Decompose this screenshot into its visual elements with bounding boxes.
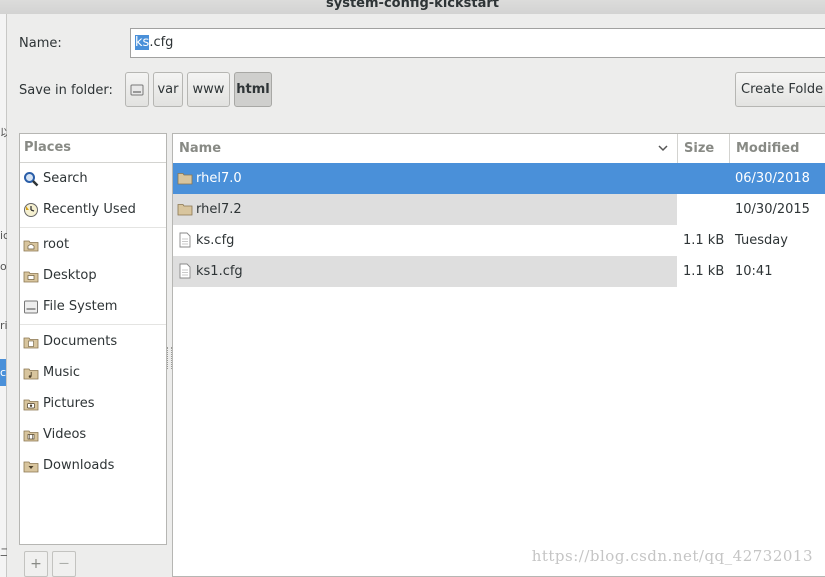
column-header-label: Name <box>179 141 222 156</box>
place-item-videos[interactable]: Videos <box>20 423 166 447</box>
place-item-root[interactable]: root <box>20 233 166 257</box>
file-modified: 10:41 <box>735 264 773 279</box>
file-modified: 06/30/2018 <box>735 171 810 186</box>
desktop-folder-icon <box>23 271 39 283</box>
file-modified: Tuesday <box>735 233 788 248</box>
remove-bookmark-button[interactable]: — <box>52 551 76 577</box>
name-label: Name: <box>19 36 62 51</box>
row-shading <box>173 256 677 287</box>
background-selected-row: c <box>0 359 6 386</box>
place-label: File System <box>43 299 118 314</box>
save-in-folder-label: Save in folder: <box>19 83 113 98</box>
path-button-var[interactable]: var <box>153 72 183 107</box>
clock-icon <box>24 203 38 217</box>
search-icon <box>24 172 39 187</box>
place-item-documents[interactable]: Documents <box>20 330 166 354</box>
file-row[interactable]: ks.cfg 1.1 kB Tuesday <box>173 225 825 256</box>
music-folder-icon <box>23 368 39 380</box>
background-text: o <box>0 260 7 273</box>
place-item-pictures[interactable]: Pictures <box>20 392 166 416</box>
column-header-modified[interactable]: Modified <box>729 134 825 163</box>
downloads-folder-icon <box>23 461 39 473</box>
pictures-folder-icon <box>23 399 39 411</box>
home-folder-icon <box>23 240 39 252</box>
path-button-html[interactable]: html <box>234 72 272 107</box>
window-title: system-config-kickstart <box>326 0 499 11</box>
documents-folder-icon <box>23 337 39 349</box>
text-file-icon <box>179 232 191 248</box>
save-dialog: Name: ks.cfg Save in folder: var www htm… <box>7 14 825 577</box>
file-size: 1.1 kB <box>683 233 725 248</box>
sort-descending-icon <box>658 145 668 152</box>
watermark-text: https://blog.csdn.net/qq_42732013 <box>531 547 813 565</box>
background-text: c <box>0 366 7 379</box>
place-item-music[interactable]: Music <box>20 361 166 385</box>
place-item-desktop[interactable]: Desktop <box>20 264 166 288</box>
name-input[interactable]: ks.cfg <box>130 28 825 58</box>
place-label: Music <box>43 365 80 380</box>
places-toolbar: + — <box>19 549 167 577</box>
create-folder-button[interactable]: Create Folde <box>735 72 825 107</box>
file-row[interactable]: rhel7.0 06/30/2018 <box>173 163 825 194</box>
folder-icon <box>177 173 193 185</box>
file-name: rhel7.2 <box>196 202 242 217</box>
path-button-www[interactable]: www <box>187 72 230 107</box>
path-root-button[interactable] <box>125 72 149 107</box>
background-window-edge: 以 ic o ri c 二 <box>0 14 11 577</box>
file-name: rhel7.0 <box>196 171 242 186</box>
places-divider <box>20 227 166 228</box>
column-header-name[interactable]: Name <box>173 134 677 163</box>
places-sidebar: Places Search Recently Used root Desktop… <box>19 133 167 545</box>
name-input-text: .cfg <box>149 35 174 50</box>
place-label: Search <box>43 171 88 186</box>
place-label: Documents <box>43 334 118 349</box>
row-shading <box>173 194 677 225</box>
file-modified: 10/30/2015 <box>735 202 810 217</box>
place-label: root <box>43 237 70 252</box>
column-header-size[interactable]: Size <box>677 134 729 163</box>
place-label: Desktop <box>43 268 97 283</box>
place-label: Downloads <box>43 458 115 473</box>
drive-icon <box>130 84 144 96</box>
place-label: Videos <box>43 427 87 442</box>
place-item-search[interactable]: Search <box>20 167 166 191</box>
places-header: Places <box>20 134 166 163</box>
add-bookmark-button[interactable]: + <box>24 551 48 577</box>
places-divider <box>20 324 166 325</box>
file-row[interactable]: ks1.cfg 1.1 kB 10:41 <box>173 256 825 287</box>
place-item-downloads[interactable]: Downloads <box>20 454 166 478</box>
file-name: ks.cfg <box>196 233 235 248</box>
folder-icon <box>177 204 193 216</box>
file-size: 1.1 kB <box>683 264 725 279</box>
place-label: Pictures <box>43 396 95 411</box>
videos-folder-icon <box>23 430 39 442</box>
drive-icon <box>24 300 38 314</box>
place-label: Recently Used <box>43 202 136 217</box>
title-bar: system-config-kickstart <box>0 0 825 14</box>
name-input-selection: ks <box>135 35 150 50</box>
file-list-header: Name Size Modified <box>173 134 825 164</box>
text-file-icon <box>179 263 191 279</box>
place-item-file-system[interactable]: File System <box>20 295 166 319</box>
file-row[interactable]: rhel7.2 10/30/2015 <box>173 194 825 225</box>
file-name: ks1.cfg <box>196 264 243 279</box>
file-list: Name Size Modified rhel7.0 06/30/2018 rh… <box>172 133 825 577</box>
place-item-recently-used[interactable]: Recently Used <box>20 198 166 222</box>
